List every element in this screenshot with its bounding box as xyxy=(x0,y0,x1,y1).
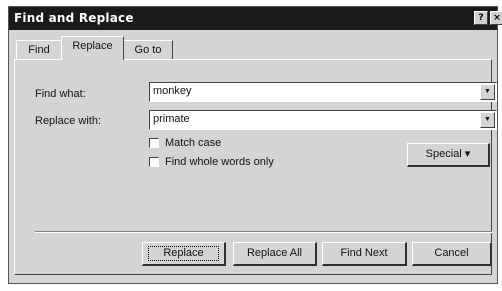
replace-button[interactable]: Replace xyxy=(142,242,226,266)
match-case-label[interactable]: Match case xyxy=(165,137,221,149)
tab-find[interactable]: Find xyxy=(16,40,62,59)
divider xyxy=(35,231,492,233)
find-dropdown-arrow-icon[interactable]: ▼ xyxy=(480,84,495,100)
special-button[interactable]: Special ▾ xyxy=(407,143,490,167)
whole-words-checkbox[interactable] xyxy=(149,157,159,167)
find-next-button[interactable]: Find Next xyxy=(322,242,407,266)
whole-words-label[interactable]: Find whole words only xyxy=(165,156,274,168)
cancel-button[interactable]: Cancel xyxy=(412,242,492,266)
replace-all-button[interactable]: Replace All xyxy=(233,242,317,266)
find-what-label: Find what: xyxy=(35,88,86,100)
match-case-checkbox[interactable] xyxy=(149,138,159,148)
title-bar: Find and Replace ? × xyxy=(9,7,502,30)
find-replace-dialog: Find and Replace ? × Find Replace Go to … xyxy=(8,6,502,284)
replace-with-value: primate xyxy=(153,113,190,125)
close-icon[interactable]: × xyxy=(490,11,502,25)
find-what-input[interactable]: monkey ▼ xyxy=(149,82,497,102)
replace-dropdown-arrow-icon[interactable]: ▼ xyxy=(480,112,495,128)
replace-with-label: Replace with: xyxy=(35,115,102,127)
find-what-value: monkey xyxy=(153,85,192,97)
tab-go-to[interactable]: Go to xyxy=(123,40,173,59)
focus-indicator xyxy=(148,246,219,261)
tab-replace[interactable]: Replace xyxy=(61,36,124,60)
dialog-title: Find and Replace xyxy=(14,11,134,25)
replace-with-input[interactable]: primate ▼ xyxy=(149,110,497,130)
help-icon[interactable]: ? xyxy=(474,11,488,25)
